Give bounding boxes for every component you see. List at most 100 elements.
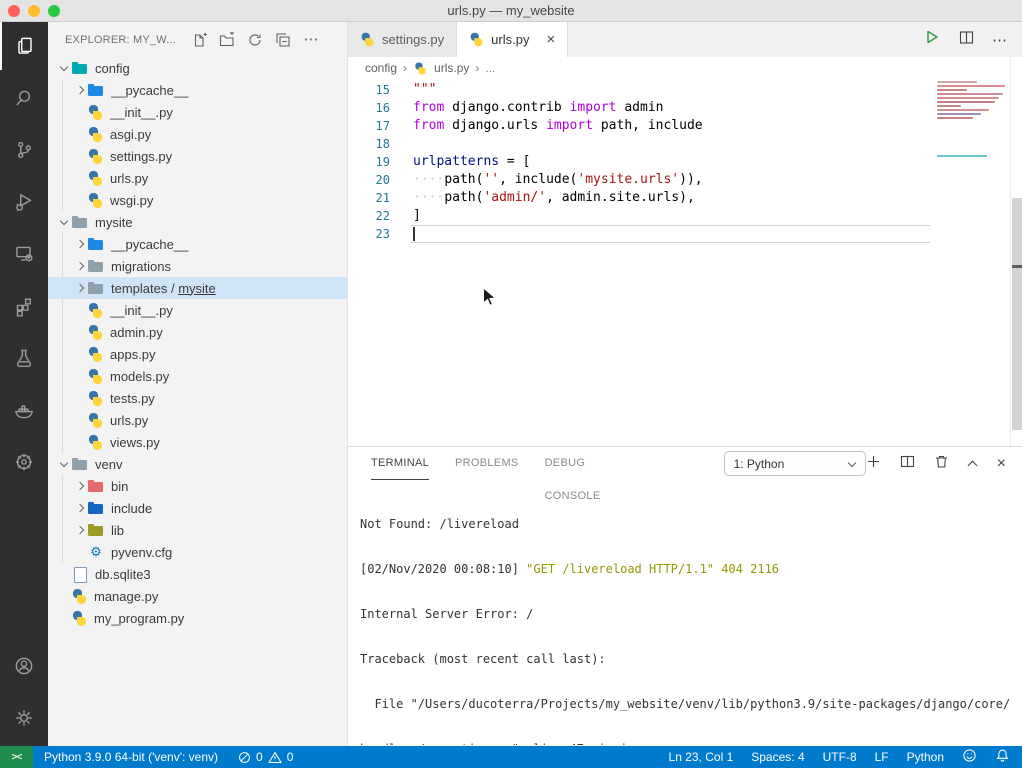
vertical-scrollbar-track[interactable] <box>1010 22 1022 446</box>
explorer-more-actions-icon[interactable]: ⋯ <box>300 29 322 51</box>
editor-more-actions-icon[interactable]: ⋯ <box>992 31 1008 49</box>
activity-search-icon[interactable] <box>0 74 48 122</box>
error-icon <box>238 751 251 764</box>
breadcrumb-symbol[interactable]: ... <box>485 61 495 75</box>
tree-item-include[interactable]: include <box>48 497 348 519</box>
notifications-bell-icon[interactable] <box>995 748 1010 766</box>
maximize-panel-icon[interactable] <box>968 459 978 469</box>
remote-indicator[interactable]: >< <box>0 746 33 768</box>
tree-item-views-py[interactable]: views.py <box>48 431 348 453</box>
tree-item-templates-mysite[interactable]: templates / mysite <box>48 277 348 299</box>
tree-item-tests-py[interactable]: tests.py <box>48 387 348 409</box>
accounts-icon[interactable] <box>0 642 48 690</box>
minimap-decoration <box>937 155 987 157</box>
activity-explorer-icon[interactable] <box>0 22 48 70</box>
code-line: 20····path('', include('mysite.urls')), <box>348 171 1022 189</box>
current-line-highlight <box>410 225 930 243</box>
tree-item-asgi-py[interactable]: asgi.py <box>48 123 348 145</box>
run-python-file-icon[interactable] <box>923 28 941 51</box>
tree-item-wsgi-py[interactable]: wsgi.py <box>48 189 348 211</box>
vscode-window: urls.py — my_website <box>0 0 1022 768</box>
problems-status[interactable]: 0 0 <box>238 750 293 764</box>
folder-pycache-icon <box>88 233 104 255</box>
tree-item-mysite[interactable]: mysite <box>48 211 348 233</box>
activity-extensions-icon[interactable] <box>0 282 48 330</box>
explorer-title: EXPLORER: MY_W... <box>65 34 176 46</box>
tree-item-pycache[interactable]: __pycache__ <box>48 79 348 101</box>
folder-include-icon <box>88 497 104 519</box>
code-line: 17from django.urls import path, include <box>348 117 1022 135</box>
tree-item-lib[interactable]: lib <box>48 519 348 541</box>
tree-item-apps-py[interactable]: apps.py <box>48 343 348 365</box>
tree-item-bin[interactable]: bin <box>48 475 348 497</box>
language-mode-status[interactable]: Python <box>907 750 944 764</box>
breadcrumb-file[interactable]: urls.py <box>434 61 469 75</box>
activity-run-debug-icon[interactable] <box>0 178 48 226</box>
python-file-icon <box>88 149 103 164</box>
drop-target-label: mysite <box>178 281 216 296</box>
split-editor-icon[interactable] <box>958 29 975 51</box>
collapse-folders-icon[interactable] <box>272 29 294 51</box>
new-folder-icon[interactable] <box>216 29 238 51</box>
activity-kubernetes-icon[interactable] <box>0 438 48 486</box>
tree-item-my-program-py[interactable]: my_program.py <box>48 607 348 629</box>
breadcrumb-folder[interactable]: config <box>365 61 397 75</box>
vertical-scrollbar-thumb[interactable] <box>1012 198 1022 430</box>
python-interpreter-status[interactable]: Python 3.9.0 64-bit ('venv': venv) <box>44 750 218 764</box>
terminal-line: Internal Server Error: / <box>360 607 1020 622</box>
tree-item-urls-py[interactable]: urls.py <box>48 409 348 431</box>
python-file-icon <box>88 391 103 406</box>
cursor-position-status[interactable]: Ln 23, Col 1 <box>669 750 734 764</box>
close-tab-icon[interactable]: × <box>546 33 555 47</box>
breadcrumb[interactable]: config › urls.py › ... <box>348 57 1022 79</box>
chevron-right-icon <box>72 475 88 497</box>
split-terminal-icon[interactable] <box>900 454 915 474</box>
tree-item-models-py[interactable]: models.py <box>48 365 348 387</box>
tree-item-migrations[interactable]: migrations <box>48 255 348 277</box>
code-editor[interactable]: 15""" 16from django.contrib import admin… <box>348 79 1022 446</box>
tree-item-init-py[interactable]: __init__.py <box>48 299 348 321</box>
tree-item-pycache[interactable]: __pycache__ <box>48 233 348 255</box>
activity-testing-icon[interactable] <box>0 334 48 382</box>
tab-terminal[interactable]: TERMINAL <box>371 447 429 480</box>
code-line: 16from django.contrib import admin <box>348 99 1022 117</box>
python-file-icon <box>88 193 103 208</box>
code-line: 15""" <box>348 81 1022 99</box>
minimap[interactable] <box>937 81 1009 121</box>
tree-item-manage-py[interactable]: manage.py <box>48 585 348 607</box>
tab-settings-py[interactable]: settings.py <box>348 22 457 57</box>
close-panel-icon[interactable]: × <box>997 458 1006 470</box>
encoding-status[interactable]: UTF-8 <box>823 750 857 764</box>
code-line: 21····path('admin/', admin.site.urls), <box>348 189 1022 207</box>
tab-debug-console[interactable]: DEBUG CONSOLE <box>545 447 634 480</box>
tab-urls-py[interactable]: urls.py× <box>457 22 568 57</box>
python-file-icon <box>88 347 103 362</box>
terminal-shell-select[interactable]: 1: Python <box>724 451 866 476</box>
activity-docker-icon[interactable] <box>0 386 48 434</box>
tree-item-urls-py[interactable]: urls.py <box>48 167 348 189</box>
feedback-smiley-icon[interactable] <box>962 748 977 766</box>
indentation-status[interactable]: Spaces: 4 <box>751 750 804 764</box>
new-terminal-icon[interactable] <box>866 454 881 474</box>
new-file-icon[interactable] <box>188 29 210 51</box>
tree-item-admin-py[interactable]: admin.py <box>48 321 348 343</box>
chevron-down-icon <box>848 460 856 468</box>
tree-item-db-sqlite3[interactable]: db.sqlite3 <box>48 563 348 585</box>
tree-item-init-py[interactable]: __init__.py <box>48 101 348 123</box>
tree-item-settings-py[interactable]: settings.py <box>48 145 348 167</box>
settings-gear-icon[interactable] <box>0 694 48 742</box>
kill-terminal-icon[interactable] <box>934 454 949 474</box>
tree-item-venv[interactable]: venv <box>48 453 348 475</box>
tree-item-pyvenv-cfg[interactable]: ⚙pyvenv.cfg <box>48 541 348 563</box>
refresh-explorer-icon[interactable] <box>244 29 266 51</box>
activity-remote-explorer-icon[interactable] <box>0 230 48 278</box>
titlebar: urls.py — my_website <box>0 0 1022 22</box>
mouse-cursor <box>482 287 498 313</box>
terminal-line: [02/Nov/2020 00:08:10] "GET /livereload … <box>360 562 1020 577</box>
folder-icon <box>72 453 88 475</box>
tree-item-config[interactable]: config <box>48 57 348 79</box>
activity-source-control-icon[interactable] <box>0 126 48 174</box>
tab-problems[interactable]: PROBLEMS <box>455 447 519 480</box>
terminal-output[interactable]: Not Found: /livereload [02/Nov/2020 00:0… <box>360 487 1020 745</box>
eol-status[interactable]: LF <box>875 750 889 764</box>
